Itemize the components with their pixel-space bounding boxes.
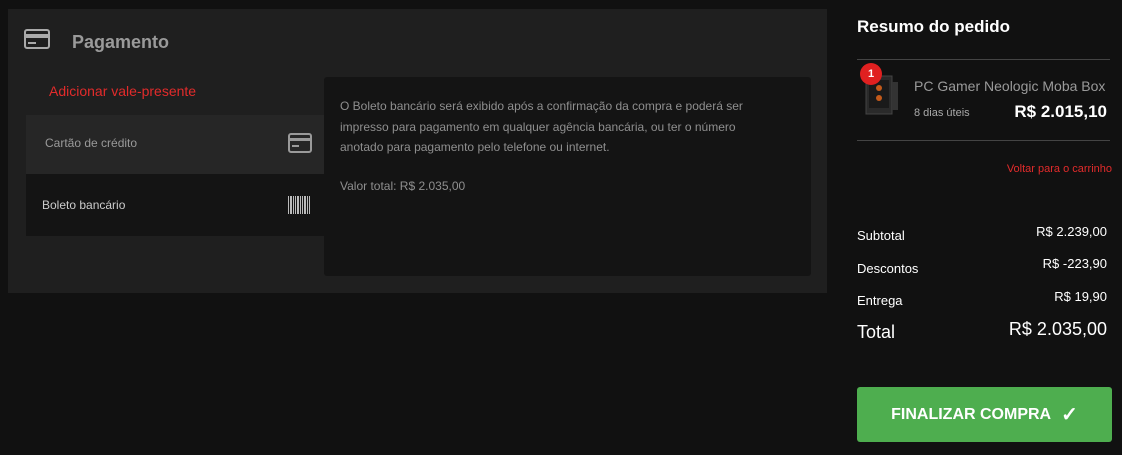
order-summary-title: Resumo do pedido: [857, 17, 1010, 36]
boleto-info-text: O Boleto bancário será exibido após a co…: [340, 99, 743, 154]
add-gift-card-link[interactable]: Adicionar vale-presente: [49, 83, 196, 99]
boleto-info-box: O Boleto bancário será exibido após a co…: [324, 77, 811, 276]
barcode-icon: [288, 196, 310, 214]
checkmark-icon: ✓: [1061, 404, 1078, 426]
payment-title: Pagamento: [72, 32, 170, 52]
credit-card-icon: [24, 29, 50, 49]
product-delivery-time: 8 dias úteis: [914, 107, 970, 119]
boleto-total-value: Valor total: R$ 2.035,00: [340, 179, 466, 193]
total-label: Total: [857, 322, 896, 342]
divider: [857, 59, 1110, 60]
shipping-label: Entrega: [857, 293, 903, 308]
quantity-badge: 1: [860, 63, 882, 85]
payment-method-credit-card[interactable]: Cartão de crédito: [26, 115, 326, 175]
subtotal-label: Subtotal: [857, 228, 905, 243]
finish-purchase-label: FINALIZAR COMPRA: [891, 405, 1052, 423]
payment-method-label: Cartão de crédito: [45, 136, 138, 150]
total-value: R$ 2.035,00: [1008, 319, 1107, 339]
payment-method-boleto[interactable]: Boleto bancário: [26, 174, 326, 236]
product-price: R$ 2.015,10: [1014, 102, 1107, 121]
payment-method-label: Boleto bancário: [42, 198, 126, 212]
credit-card-icon: [288, 133, 312, 153]
product-name: PC Gamer Neologic Moba Box: [914, 78, 1106, 94]
divider: [857, 140, 1110, 141]
payment-panel: Pagamento Adicionar vale-presente Cartão…: [8, 9, 827, 293]
discounts-value: R$ -223,90: [1042, 256, 1107, 271]
subtotal-value: R$ 2.239,00: [1036, 224, 1107, 239]
discounts-label: Descontos: [857, 261, 919, 276]
back-to-cart-link[interactable]: Voltar para o carrinho: [1007, 163, 1112, 175]
shipping-value: R$ 19,90: [1054, 289, 1107, 304]
finish-purchase-button[interactable]: FINALIZAR COMPRA ✓: [857, 387, 1112, 442]
